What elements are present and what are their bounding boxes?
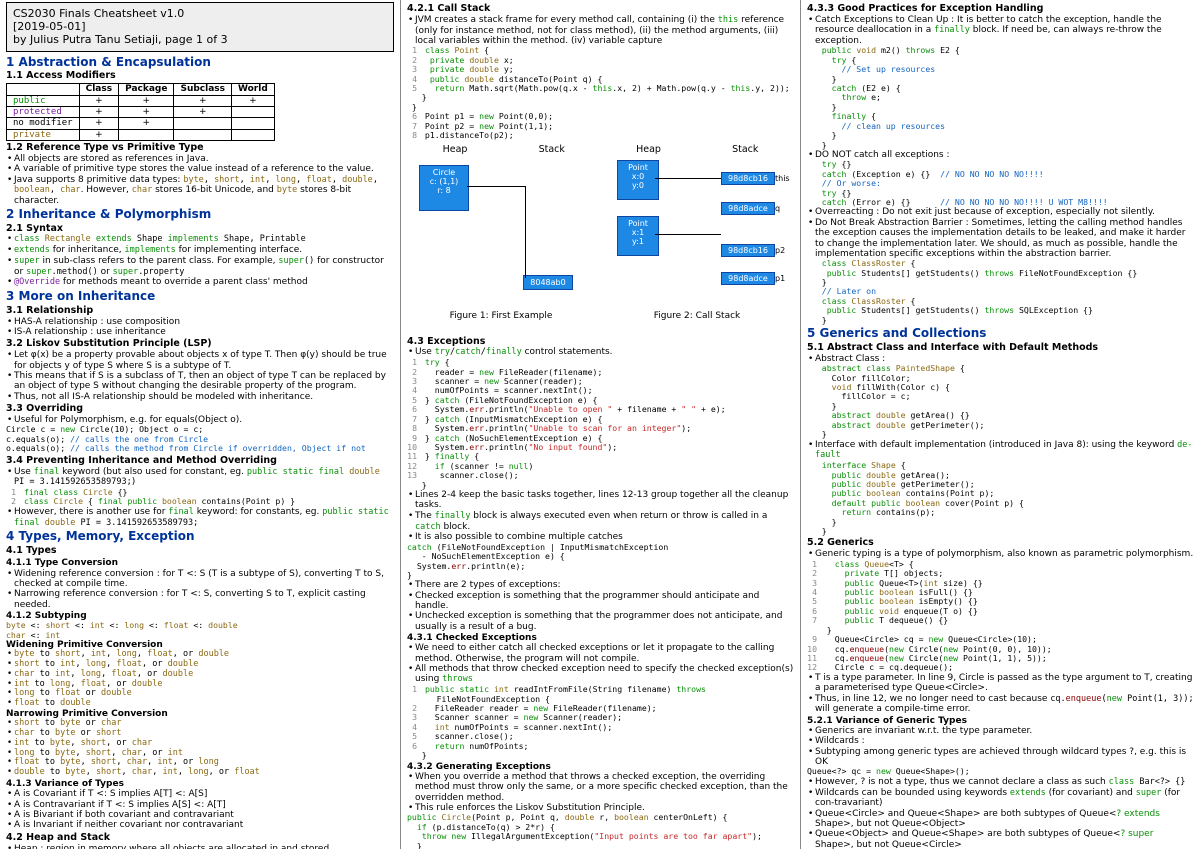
column-1: CS2030 Finals Cheatsheet v1.0 [2019-05-0… [0, 0, 400, 849]
column-3: 4.3.3 Good Practices for Exception Handl… [800, 0, 1200, 849]
sec-3: 3 More on Inheritance [6, 290, 394, 304]
doc-date: [2019-05-01] [13, 20, 387, 33]
doc-author: by Julius Putra Tanu Setiaji, page 1 of … [13, 33, 387, 46]
sec-1-2: 1.2 Reference Type vs Primitive Type [6, 143, 394, 154]
access-modifiers-table: ClassPackageSubclassWorld public++++ pro… [6, 83, 275, 141]
column-2: 4.2.1 Call Stack JVM creates a stack fra… [400, 0, 800, 849]
sec-1-1: 1.1 Access Modifiers [6, 71, 394, 82]
heap-stack-diagram: Circlec: (1,1)r: 8 8048ab0 Pointx:0y:0 P… [407, 160, 794, 335]
list-1-2: All objects are stored as references in … [6, 154, 394, 207]
sec-1: 1 Abstraction & Encapsulation [6, 56, 394, 70]
heap-stack-labels: HeapStack HeapStack [407, 145, 794, 156]
sec-2: 2 Inheritance & Polymorphism [6, 208, 394, 222]
doc-title: CS2030 Finals Cheatsheet v1.0 [13, 7, 387, 20]
doc-header: CS2030 Finals Cheatsheet v1.0 [2019-05-0… [6, 2, 394, 52]
code-overriding: Circle c = new Circle(10); Object o = c;… [6, 425, 394, 453]
